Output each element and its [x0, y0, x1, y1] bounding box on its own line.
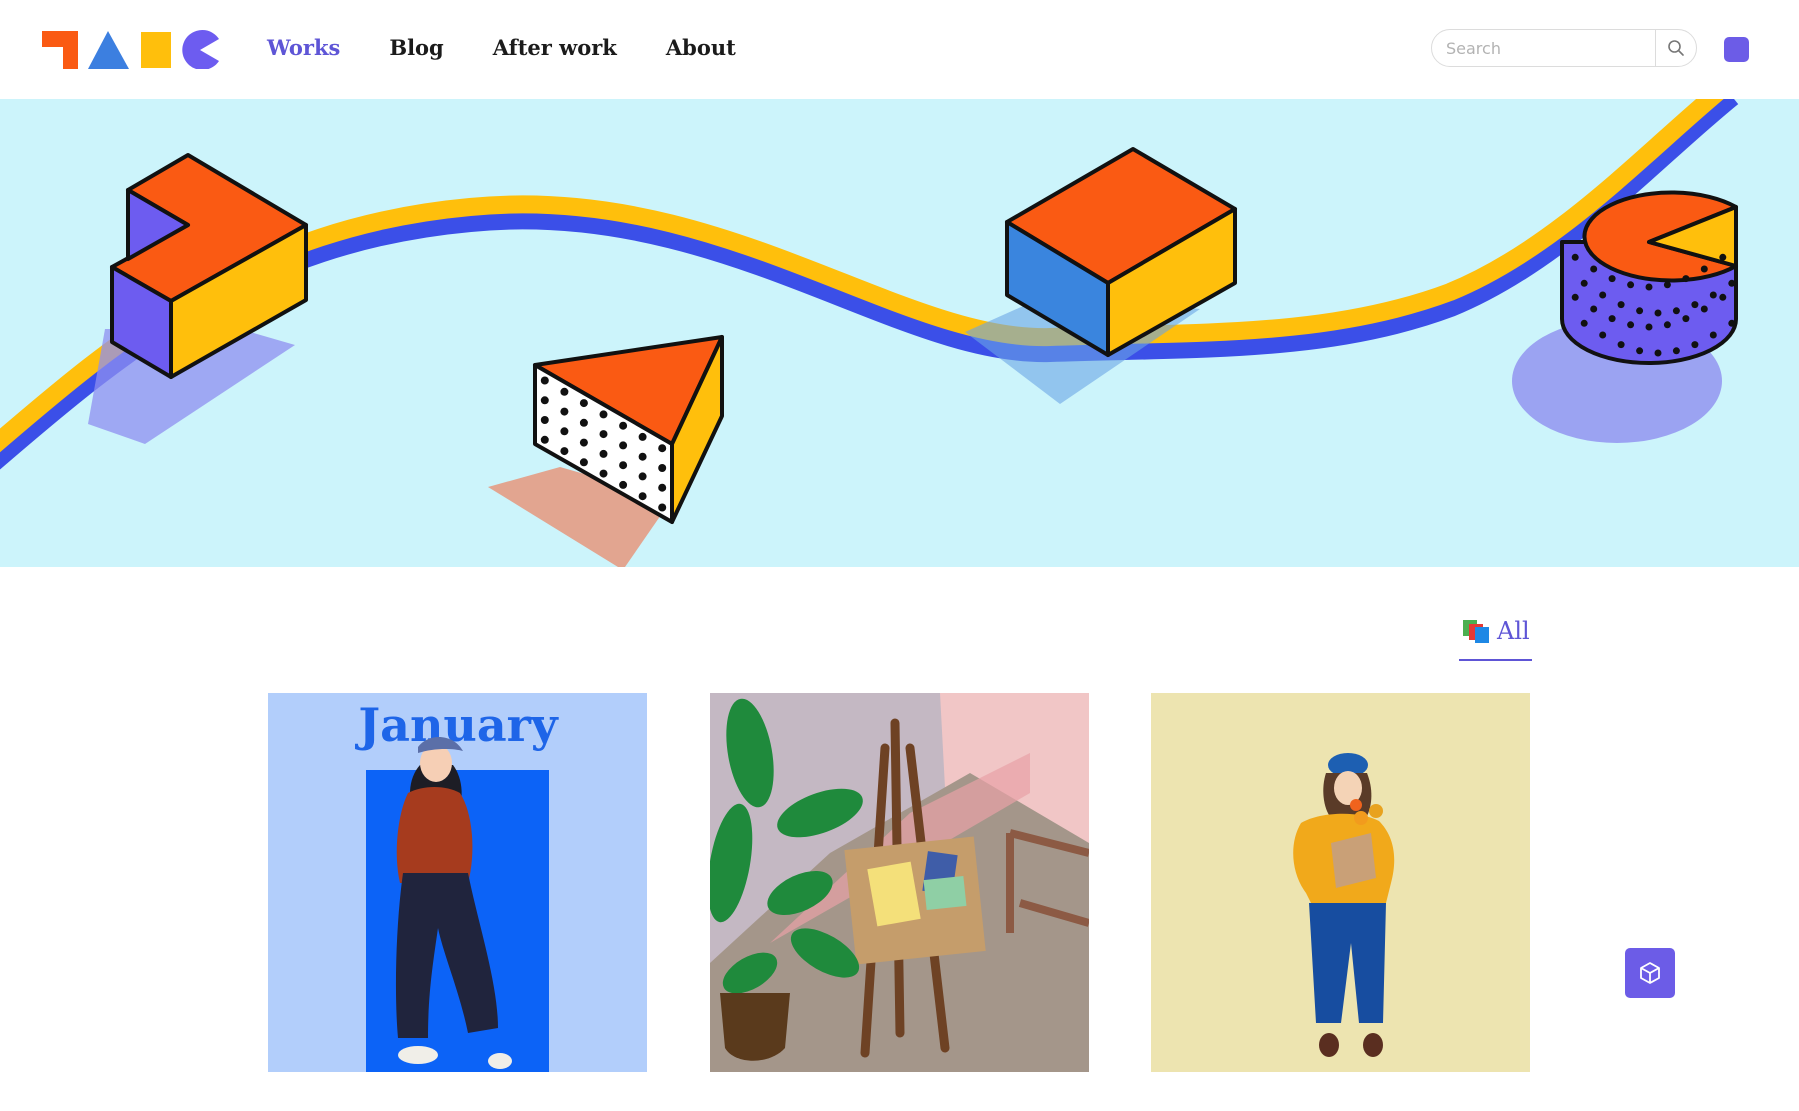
gallery-card-easel[interactable]	[710, 693, 1089, 1072]
user-menu-button[interactable]	[1724, 37, 1749, 62]
logo[interactable]	[42, 29, 220, 69]
search-icon	[1668, 40, 1684, 56]
hero-banner	[0, 99, 1799, 567]
site-header: Works Blog After work About	[0, 0, 1799, 99]
cube-icon	[1640, 962, 1660, 984]
main-nav: Works Blog After work About	[267, 35, 785, 60]
stack-icon	[1463, 620, 1489, 643]
nav-works[interactable]: Works	[267, 35, 340, 60]
january-illustration: January	[268, 693, 647, 1072]
logo-yellow-square	[141, 32, 171, 68]
easel-illustration	[710, 693, 1089, 1072]
floating-action-button[interactable]	[1625, 948, 1675, 998]
logo-blue-triangle	[88, 31, 129, 69]
logo-orange-shape	[42, 31, 78, 69]
flowers-illustration	[1151, 693, 1530, 1072]
logo-purple-pacman	[182, 30, 219, 69]
nav-about[interactable]: About	[666, 35, 736, 60]
hero-illustration	[0, 99, 1739, 567]
category-filter[interactable]: All	[1459, 611, 1532, 661]
nav-after-work[interactable]: After work	[493, 35, 617, 60]
gallery-card-january[interactable]: January	[268, 693, 647, 1072]
search-box	[1431, 29, 1697, 67]
filter-label: All	[1497, 617, 1530, 645]
gallery-card-flowers[interactable]	[1151, 693, 1530, 1072]
nav-blog[interactable]: Blog	[389, 35, 443, 60]
search-input[interactable]	[1446, 38, 1646, 58]
search-button[interactable]	[1655, 30, 1696, 66]
